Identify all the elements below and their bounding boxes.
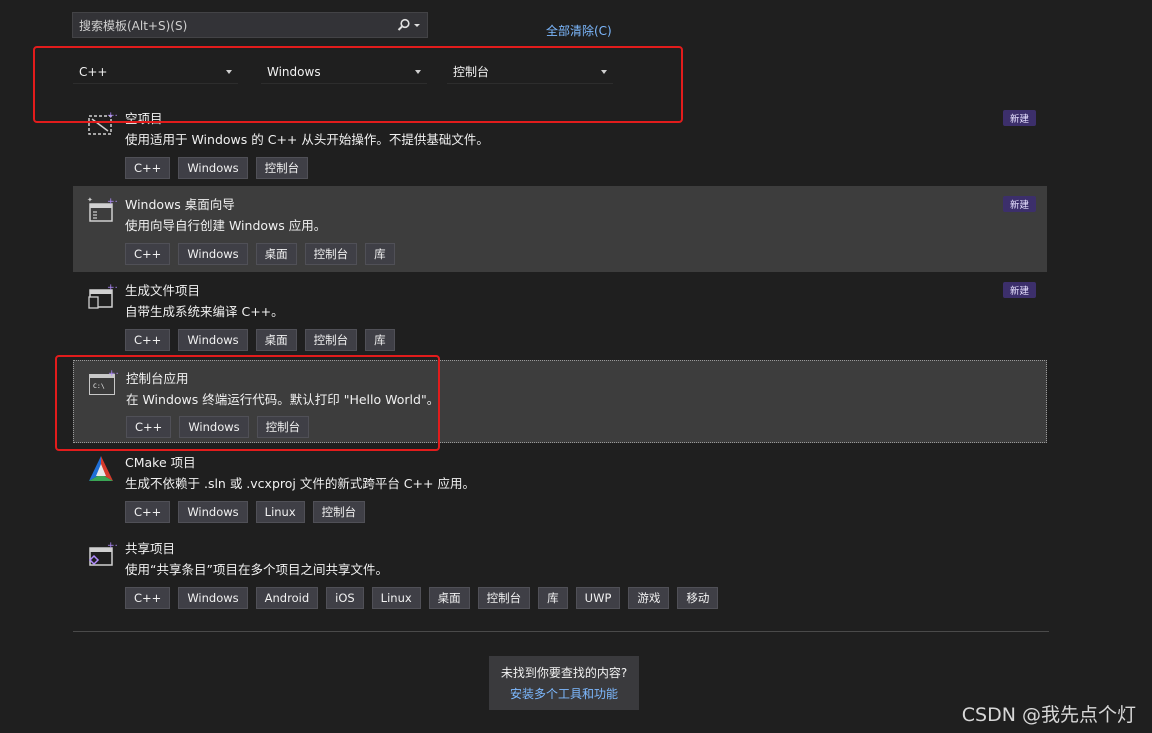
tag: 控制台 (256, 416, 310, 438)
template-empty-project[interactable]: ++ 空项目 使用适用于 Windows 的 C++ 从头开始操作。不提供基础文… (73, 100, 1047, 186)
tag: Android (255, 587, 319, 609)
svg-text:++: ++ (107, 541, 117, 551)
svg-text:++: ++ (107, 111, 117, 121)
tag: 控制台 (304, 243, 358, 265)
template-tags: C++ Windows Android iOS Linux 桌面 控制台 库 U… (125, 587, 719, 609)
new-badge: 新建 (1002, 110, 1036, 126)
tag: C++ (125, 501, 171, 523)
language-filter-value: C++ (79, 64, 108, 79)
empty-project-icon: ++ (88, 111, 117, 135)
tag: 库 (365, 329, 395, 351)
tag: 桌面 (255, 329, 297, 351)
tag: 游戏 (628, 587, 670, 609)
platform-filter-value: Windows (267, 64, 321, 79)
template-title: Windows 桌面向导 (125, 197, 235, 212)
tag: 库 (365, 243, 395, 265)
template-tags: C++ Windows Linux 控制台 (125, 501, 366, 523)
tag: 桌面 (255, 243, 297, 265)
not-found-panel: 未找到你要查找的内容? 安装多个工具和功能 (489, 656, 639, 710)
tag: C++ (125, 329, 171, 351)
template-makefile-project[interactable]: ++ 生成文件项目 自带生成系统来编译 C++。 C++ Windows 桌面 … (73, 272, 1047, 358)
template-cmake-project[interactable]: CMake 项目 生成不依赖于 .sln 或 .vcxproj 文件的新式跨平台… (73, 444, 1047, 530)
console-app-icon: C:\ ++ (89, 369, 118, 395)
chevron-down-icon (414, 24, 420, 27)
template-description: 自带生成系统来编译 C++。 (125, 304, 284, 319)
template-title: 共享项目 (125, 541, 176, 556)
tag: 控制台 (477, 587, 531, 609)
chevron-down-icon (601, 69, 607, 74)
template-title: CMake 项目 (125, 455, 196, 470)
tag: 控制台 (304, 329, 358, 351)
tag: 库 (538, 587, 568, 609)
tag: Linux (255, 501, 305, 523)
template-description: 生成不依赖于 .sln 或 .vcxproj 文件的新式跨平台 C++ 应用。 (125, 476, 475, 491)
tag: Windows (178, 157, 248, 179)
chevron-down-icon (415, 69, 421, 74)
tag: Windows (179, 416, 249, 438)
tag: Windows (178, 243, 248, 265)
desktop-wizard-icon: ✦ ++ (87, 196, 117, 222)
watermark: CSDN @我先点个灯 (961, 704, 1136, 726)
platform-filter[interactable]: Windows (261, 60, 427, 84)
template-shared-project[interactable]: ++ 共享项目 使用“共享条目”项目在多个项目之间共享文件。 C++ Windo… (73, 530, 1047, 616)
tag: iOS (326, 587, 364, 609)
tag: 控制台 (255, 157, 309, 179)
search-icon[interactable] (397, 18, 421, 32)
install-tools-link[interactable]: 安装多个工具和功能 (489, 685, 639, 702)
template-description: 使用适用于 Windows 的 C++ 从头开始操作。不提供基础文件。 (125, 132, 489, 147)
template-description: 在 Windows 终端运行代码。默认打印 "Hello World"。 (126, 392, 440, 407)
not-found-question: 未找到你要查找的内容? (500, 666, 628, 680)
tag: C++ (125, 243, 171, 265)
template-tags: C++ Windows 桌面 控制台 库 (125, 329, 395, 351)
divider (73, 631, 1049, 632)
tag: C++ (126, 416, 172, 438)
tag: C++ (125, 157, 171, 179)
tag: UWP (575, 587, 621, 609)
svg-text:++: ++ (107, 283, 117, 293)
svg-text:✦: ✦ (87, 196, 93, 204)
makefile-project-icon: ++ (88, 283, 117, 309)
template-tags: C++ Windows 控制台 (125, 157, 309, 179)
template-description: 使用“共享条目”项目在多个项目之间共享文件。 (125, 562, 388, 577)
chevron-down-icon (226, 69, 232, 74)
shared-project-icon: ++ (88, 541, 117, 566)
template-console-app[interactable]: C:\ ++ 控制台应用 在 Windows 终端运行代码。默认打印 "Hell… (73, 360, 1047, 443)
language-filter[interactable]: C++ (73, 60, 238, 84)
template-title: 空项目 (125, 111, 163, 126)
console-icon-text: C:\ (93, 382, 105, 390)
template-tags: C++ Windows 控制台 (126, 416, 310, 438)
search-placeholder: 搜索模板(Alt+S)(S) (79, 18, 188, 33)
new-badge: 新建 (1002, 282, 1036, 298)
svg-text:++: ++ (107, 197, 117, 207)
template-title: 控制台应用 (126, 371, 189, 386)
svg-text:++: ++ (108, 369, 118, 379)
cmake-icon (89, 456, 113, 481)
project-type-filter[interactable]: 控制台 (447, 60, 613, 84)
search-input[interactable]: 搜索模板(Alt+S)(S) (72, 12, 428, 38)
clear-all-link[interactable]: 全部清除(C) (546, 22, 612, 39)
tag: Linux (371, 587, 421, 609)
tag: Windows (178, 329, 248, 351)
tag: 桌面 (428, 587, 470, 609)
tag: 控制台 (312, 501, 366, 523)
template-title: 生成文件项目 (125, 283, 201, 298)
template-windows-desktop-wizard[interactable]: ✦ ++ Windows 桌面向导 使用向导自行创建 Windows 应用。 C… (73, 186, 1047, 272)
project-type-filter-value: 控制台 (453, 65, 490, 79)
new-badge: 新建 (1002, 196, 1036, 212)
tag: 移动 (677, 587, 719, 609)
template-tags: C++ Windows 桌面 控制台 库 (125, 243, 395, 265)
template-description: 使用向导自行创建 Windows 应用。 (125, 218, 327, 233)
tag: Windows (178, 501, 248, 523)
tag: C++ (125, 587, 171, 609)
tag: Windows (178, 587, 248, 609)
